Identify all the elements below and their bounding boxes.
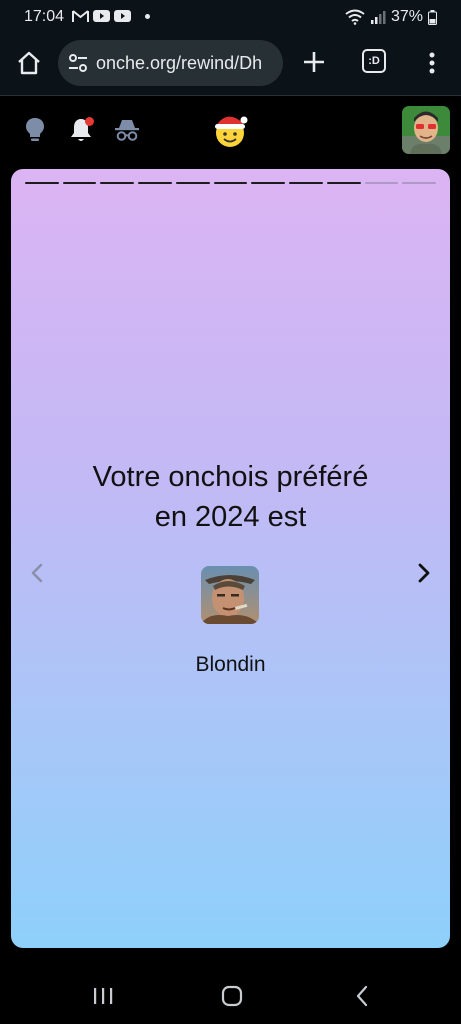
youtube-icon xyxy=(93,10,110,22)
progress-segment xyxy=(25,182,59,184)
new-tab-button[interactable] xyxy=(298,46,330,78)
more-notifications-dot xyxy=(145,13,150,19)
story-progress xyxy=(25,182,437,184)
status-bar: 17:04 37% xyxy=(0,0,461,34)
youtube-icon xyxy=(114,10,131,22)
battery-percent: 37% xyxy=(390,8,423,25)
rewind-story-card[interactable]: Votre onchois préféré en 2024 est Blondi… xyxy=(11,169,450,948)
site-header xyxy=(0,97,461,163)
address-bar[interactable]: onche.org/rewind/Dh xyxy=(58,40,283,86)
home-icon xyxy=(18,51,40,75)
tab-switcher-button[interactable]: :D xyxy=(362,49,386,73)
incognito-button[interactable] xyxy=(113,116,141,144)
progress-segment xyxy=(402,182,437,184)
progress-segment xyxy=(213,182,248,184)
recent-apps-icon xyxy=(94,988,113,1004)
avatar-image xyxy=(402,106,450,154)
browser-menu-button[interactable] xyxy=(420,48,444,78)
progress-segment xyxy=(289,182,323,184)
ideas-button[interactable] xyxy=(21,116,49,144)
home-nav-button[interactable] xyxy=(218,982,246,1010)
browser-toolbar: onche.org/rewind/Dh :D xyxy=(0,34,461,96)
progress-segment xyxy=(138,182,172,184)
signal-icon xyxy=(370,11,386,24)
progress-segment xyxy=(326,182,361,184)
system-navigation-bar xyxy=(0,964,461,1024)
user-avatar[interactable] xyxy=(402,106,450,154)
progress-segment xyxy=(100,182,135,184)
recent-apps-button[interactable] xyxy=(89,982,117,1010)
url-text[interactable]: onche.org/rewind/Dh xyxy=(96,53,276,74)
santa-smiley-logo[interactable] xyxy=(211,111,249,149)
favorite-avatar-image xyxy=(201,566,259,624)
back-chevron-icon xyxy=(356,985,368,1007)
progress-segment xyxy=(251,182,286,184)
notification-badge xyxy=(85,117,94,126)
lightbulb-icon xyxy=(26,118,44,141)
site-settings-icon[interactable] xyxy=(68,53,88,73)
incognito-icon xyxy=(115,120,139,141)
notifications-button[interactable] xyxy=(67,116,95,144)
battery-icon xyxy=(428,9,437,25)
favorite-user-name[interactable]: Blondin xyxy=(11,653,450,677)
favorite-user-avatar[interactable] xyxy=(201,566,259,624)
progress-segment xyxy=(62,182,97,184)
story-title: Votre onchois préféré en 2024 est xyxy=(11,457,450,537)
wifi-icon xyxy=(345,9,365,25)
gmail-icon xyxy=(72,10,89,22)
progress-segment xyxy=(364,182,399,184)
progress-segment xyxy=(175,182,210,184)
back-nav-button[interactable] xyxy=(348,982,376,1010)
status-right: 37% xyxy=(345,8,437,26)
plus-icon xyxy=(304,52,324,72)
story-title-line-1: Votre onchois préféré xyxy=(92,461,369,493)
home-circle-icon xyxy=(221,985,243,1007)
status-time: 17:04 xyxy=(24,8,65,25)
previous-story-button[interactable] xyxy=(27,561,47,585)
story-title-line-2: en 2024 est xyxy=(154,501,307,533)
next-story-button[interactable] xyxy=(414,561,434,585)
home-button[interactable] xyxy=(14,48,44,78)
more-vertical-icon xyxy=(429,52,435,74)
status-notification-icons xyxy=(72,9,150,23)
